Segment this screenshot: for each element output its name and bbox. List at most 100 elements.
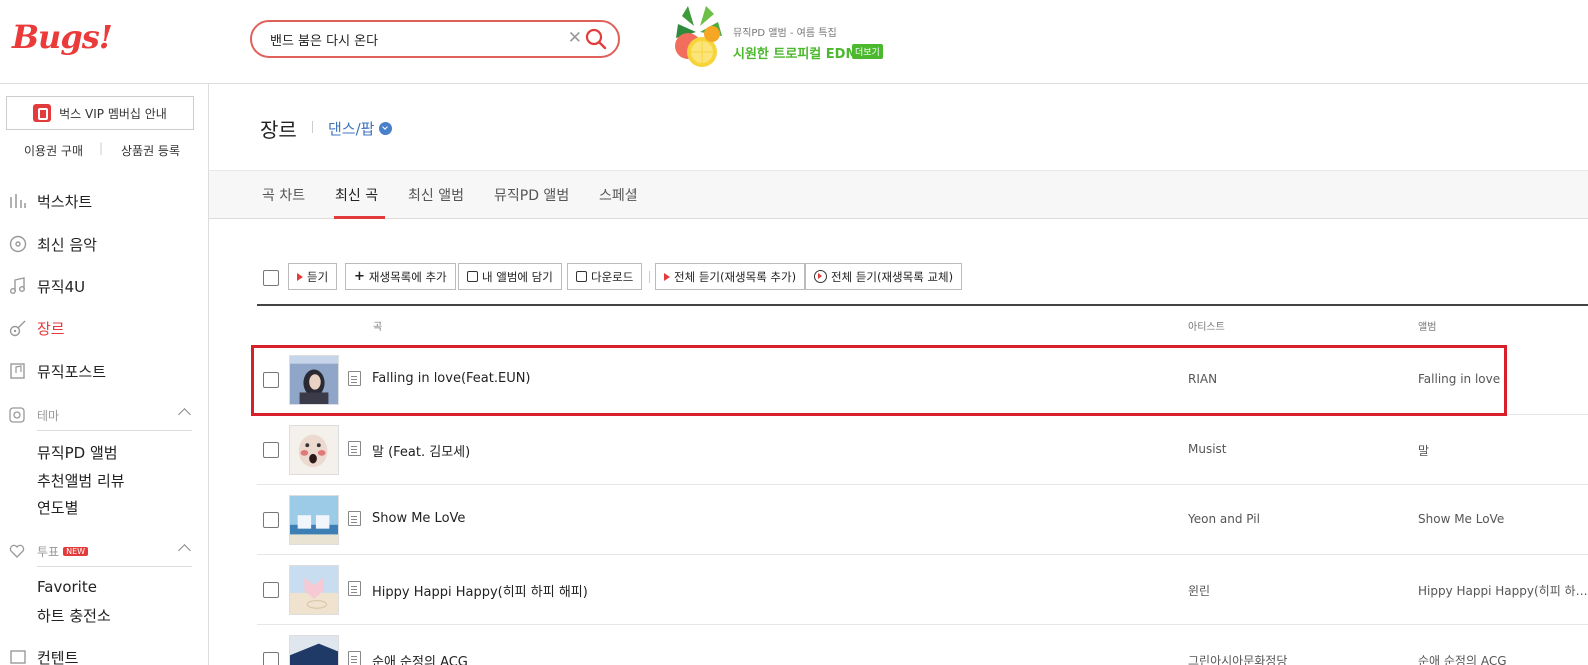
vote-section-header[interactable]: 투표 NEW	[0, 537, 209, 565]
chart-icon	[10, 194, 26, 208]
chevron-down-icon[interactable]	[379, 122, 392, 135]
album-cover[interactable]	[289, 495, 339, 545]
tab-new-albums[interactable]: 최신 앨범	[408, 185, 464, 205]
tab-new-songs[interactable]: 최신 곡	[335, 185, 378, 205]
listen-label: 듣기	[307, 269, 329, 284]
vote-item-favorite[interactable]: Favorite	[37, 578, 97, 596]
lyrics-icon[interactable]	[348, 441, 361, 456]
table-row[interactable]: Hippy Happi Happy(히피 하피 해피) 윈린 Hippy Hap…	[257, 555, 1588, 625]
sidebar-item-new-music[interactable]: 최신 음악	[0, 229, 209, 259]
song-artist[interactable]: 그린아시아문화정당	[1188, 652, 1287, 665]
row-checkbox[interactable]	[263, 372, 279, 388]
promo-more-button[interactable]: 더보기	[852, 44, 883, 59]
column-header-album: 앨범	[1418, 322, 1437, 333]
theme-section-label: 테마	[37, 408, 60, 423]
song-title[interactable]: Show Me LoVe	[372, 511, 465, 526]
listen-all-replace-button[interactable]: 전체 듣기(재생목록 교체)	[805, 263, 963, 290]
row-checkbox[interactable]	[263, 652, 279, 665]
tab-musicpd-albums[interactable]: 뮤직PD 앨범	[494, 185, 569, 205]
row-checkbox[interactable]	[263, 582, 279, 598]
album-cover[interactable]	[289, 425, 339, 475]
search-input[interactable]	[270, 29, 560, 49]
song-title[interactable]: Hippy Happi Happy(히피 하피 해피)	[372, 581, 588, 600]
album-cover[interactable]	[289, 635, 339, 665]
sidebar-item-label: 최신 음악	[37, 235, 97, 254]
song-album[interactable]: 순애 순정의 ACG	[1418, 652, 1507, 665]
album-cover[interactable]	[289, 565, 339, 615]
lyrics-icon[interactable]	[348, 371, 361, 386]
song-album[interactable]: Show Me LoVe	[1418, 512, 1504, 526]
download-button[interactable]: 다운로드	[567, 263, 643, 290]
clear-icon[interactable]: ✕	[568, 28, 582, 48]
table-row[interactable]: 말 (Feat. 김모세) Musist 말	[257, 415, 1588, 485]
add-to-playlist-button[interactable]: + 재생목록에 추가	[345, 263, 456, 290]
song-artist[interactable]: RIAN	[1188, 372, 1217, 386]
sidebar-item-label: 뮤직4U	[37, 277, 86, 296]
lyrics-icon[interactable]	[348, 651, 361, 665]
table-row[interactable]: Falling in love(Feat.EUN) RIAN Falling i…	[257, 345, 1588, 415]
listen-all-add-label: 전체 듣기(재생목록 추가)	[674, 269, 797, 284]
lyrics-icon[interactable]	[348, 581, 361, 596]
sidebar-item-genre[interactable]: 장르	[0, 313, 209, 343]
genre-selector[interactable]: 댄스/팝	[328, 118, 374, 139]
song-artist[interactable]: Musist	[1188, 442, 1227, 456]
song-album[interactable]: Falling in love	[1418, 372, 1500, 386]
column-header-song: 곡	[373, 322, 383, 333]
search-icon[interactable]	[584, 27, 608, 51]
chevron-up-icon[interactable]	[178, 408, 191, 421]
promo-fruit-image[interactable]	[668, 4, 726, 68]
add-album-label: 내 앨범에 담기	[482, 269, 553, 284]
theme-icon	[9, 407, 25, 423]
row-checkbox[interactable]	[263, 442, 279, 458]
listen-all-add-button[interactable]: 전체 듣기(재생목록 추가)	[655, 263, 806, 290]
tab-special[interactable]: 스페셜	[599, 185, 638, 205]
vip-membership-button[interactable]: 벅스 VIP 멤버십 안내	[6, 96, 194, 130]
row-checkbox[interactable]	[263, 512, 279, 528]
vote-section-label: 투표	[37, 544, 60, 559]
theme-section-header[interactable]: 테마	[0, 401, 209, 429]
replay-icon	[814, 270, 827, 283]
table-row[interactable]: 순애 순정의 ACG 그린아시아문화정당 순애 순정의 ACG	[257, 625, 1588, 665]
lyrics-icon[interactable]	[348, 511, 361, 526]
plus-icon: +	[354, 269, 365, 284]
table-row[interactable]: Show Me LoVe Yeon and Pil Show Me LoVe	[257, 485, 1588, 555]
listen-all-replace-label: 전체 듣기(재생목록 교체)	[831, 269, 954, 284]
album-add-icon	[467, 271, 478, 282]
sidebar-item-musicpost[interactable]: 뮤직포스트	[0, 356, 209, 386]
new-badge: NEW	[63, 546, 89, 556]
add-to-my-album-button[interactable]: 내 앨범에 담기	[458, 263, 562, 290]
divider	[37, 430, 192, 431]
song-artist[interactable]: 윈린	[1188, 582, 1210, 599]
vote-item-heart-charge[interactable]: 하트 충전소	[37, 605, 111, 626]
theme-item-musicpd[interactable]: 뮤직PD 앨범	[37, 442, 118, 463]
promo-subtitle: 뮤직PD 앨범 - 여름 특집	[733, 28, 837, 39]
search-box[interactable]: ✕	[250, 20, 620, 58]
chevron-up-icon[interactable]	[178, 544, 191, 557]
post-icon	[10, 363, 25, 379]
song-album[interactable]: Hippy Happi Happy(히피 하피 해피)	[1418, 582, 1588, 599]
promo-title[interactable]: 시원한 트로피컬 EDM	[733, 43, 858, 62]
song-title[interactable]: 순애 순정의 ACG	[372, 651, 468, 665]
sidebar-item-content[interactable]: 컨텐트	[0, 642, 209, 665]
sidebar-item-chart[interactable]: 벅스차트	[0, 186, 209, 216]
buy-ticket-link[interactable]: 이용권 구매	[24, 142, 83, 159]
theme-item-yearly[interactable]: 연도별	[37, 497, 78, 518]
listen-button[interactable]: 듣기	[288, 263, 338, 290]
theme-item-review[interactable]: 추천앨범 리뷰	[37, 470, 125, 491]
tab-song-chart[interactable]: 곡 차트	[262, 185, 305, 205]
heart-icon	[9, 544, 25, 558]
select-all-checkbox[interactable]	[263, 270, 279, 286]
song-title[interactable]: 말 (Feat. 김모세)	[372, 441, 470, 460]
sidebar-item-label: 장르	[37, 319, 65, 338]
bugs-logo[interactable]: Bugs!	[12, 18, 113, 56]
song-artist[interactable]: Yeon and Pil	[1188, 512, 1260, 526]
album-cover[interactable]	[289, 355, 339, 405]
sidebar-item-label: 뮤직포스트	[37, 362, 107, 381]
sidebar-item-music4u[interactable]: 뮤직4U	[0, 271, 209, 301]
sidebar-item-label: 벅스차트	[37, 192, 93, 211]
register-voucher-link[interactable]: 상품권 등록	[121, 142, 180, 159]
song-title[interactable]: Falling in love(Feat.EUN)	[372, 371, 531, 386]
download-label: 다운로드	[591, 269, 634, 284]
song-album[interactable]: 말	[1418, 442, 1429, 459]
table-header-line	[257, 304, 1588, 306]
